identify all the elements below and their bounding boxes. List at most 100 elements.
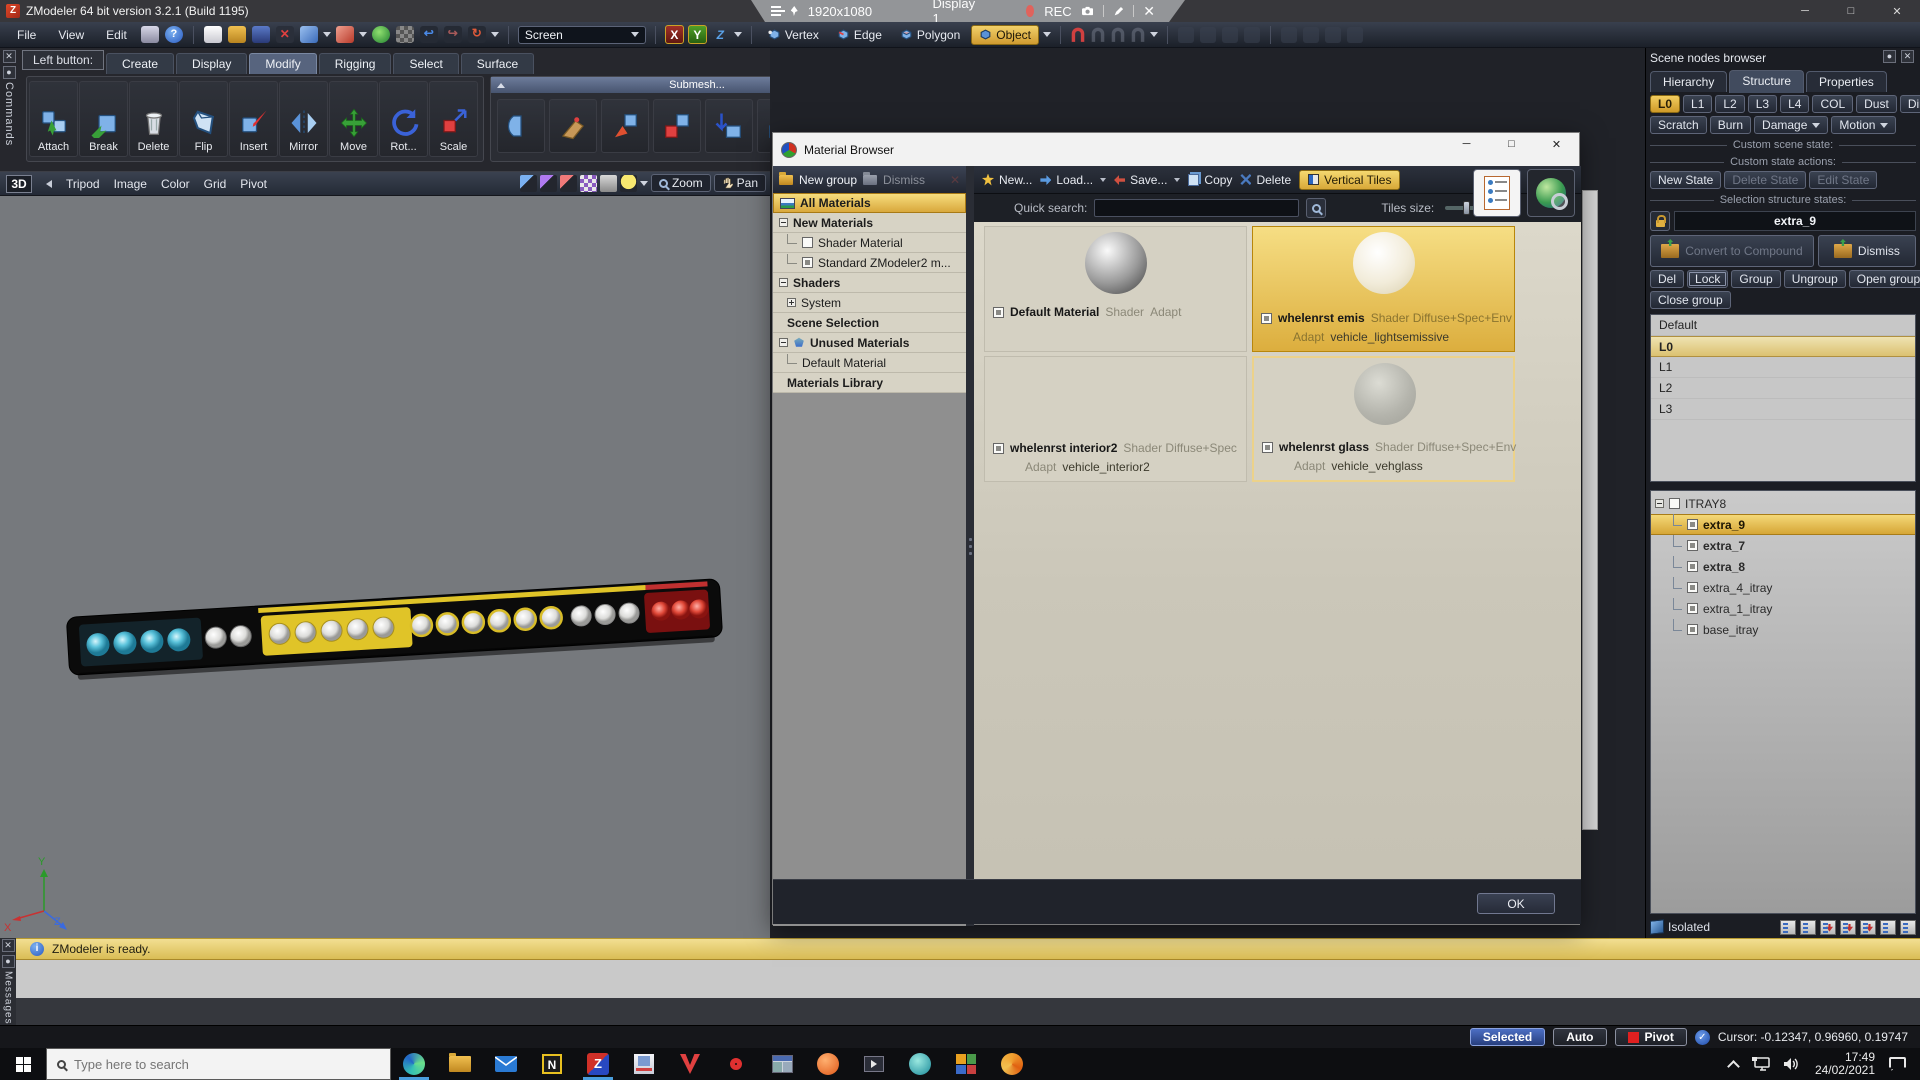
state-motion-button[interactable]: Motion [1831, 116, 1896, 134]
dialog-maximize-button[interactable]: □ [1489, 133, 1534, 155]
tab-structure[interactable]: Structure [1729, 70, 1804, 93]
tree-node-base-itray[interactable]: base_itray [1651, 619, 1915, 640]
vertical-tiles-button[interactable]: Vertical Tiles [1299, 170, 1400, 190]
lightbar-model[interactable] [50, 556, 740, 716]
texture-icon[interactable] [396, 26, 414, 43]
taskbar-icon-orange-app[interactable] [805, 1048, 851, 1080]
tool-icon-6[interactable] [1303, 27, 1319, 43]
motion-dropdown-icon[interactable] [1880, 123, 1888, 128]
menu-edit[interactable]: Edit [97, 25, 136, 45]
submesh-tool-4[interactable] [653, 99, 701, 153]
menu-file[interactable]: File [8, 25, 45, 45]
insert-button[interactable]: Insert [229, 81, 278, 157]
flip-button[interactable]: Flip [179, 81, 228, 157]
extra-4-itray-checkbox[interactable] [1687, 582, 1698, 593]
axis-x-button[interactable]: X [665, 25, 684, 44]
new-group-button[interactable]: New group [799, 173, 857, 187]
tree-tool-6-icon[interactable] [1880, 920, 1896, 935]
tree-tool-3-icon[interactable] [1820, 920, 1836, 935]
del-button[interactable]: Del [1650, 270, 1684, 288]
panel-splitter[interactable] [966, 166, 974, 926]
draw-red-icon[interactable] [560, 175, 577, 192]
mode-vertex-button[interactable]: Vertex [761, 26, 826, 44]
state-row-default[interactable]: Default [1651, 315, 1915, 336]
dismiss-compound-button[interactable]: Dismiss [1818, 235, 1916, 267]
group-button[interactable]: Group [1731, 270, 1780, 288]
toolbar-more-icon[interactable] [491, 32, 499, 37]
quick-search-input[interactable] [1094, 199, 1299, 217]
material-checkbox[interactable] [1262, 442, 1273, 453]
messages-close-icon[interactable]: ✕ [2, 939, 15, 952]
state-dust-button[interactable]: Dust [1856, 95, 1897, 113]
tree-tool-5-icon[interactable] [1860, 920, 1876, 935]
damage-dropdown-icon[interactable] [1812, 123, 1820, 128]
extra-9-checkbox[interactable] [1687, 519, 1698, 530]
tab-create[interactable]: Create [106, 53, 174, 74]
isolated-cube-icon[interactable] [1650, 919, 1664, 934]
collapse-minus-icon[interactable] [1655, 499, 1664, 508]
vpmenu-grid[interactable]: Grid [204, 177, 227, 191]
messages-pin-icon[interactable]: ● [2, 955, 15, 968]
tool-icon-4[interactable] [1244, 27, 1260, 43]
expand-plus-icon[interactable] [787, 298, 796, 307]
panel-pin-icon[interactable]: ● [1883, 50, 1896, 63]
state-row-l1[interactable]: L1 [1651, 357, 1915, 378]
edit-state-button[interactable]: Edit State [1809, 171, 1877, 189]
axis-z-button[interactable]: Z [711, 25, 730, 44]
tab-modify[interactable]: Modify [249, 53, 316, 74]
pin-icon[interactable] [791, 6, 798, 16]
save-dropdown-icon[interactable] [1174, 178, 1180, 182]
selected-mode-button[interactable]: Selected [1470, 1028, 1545, 1046]
submesh-tool-3[interactable] [601, 99, 649, 153]
menu-icon[interactable] [771, 6, 781, 16]
collapse-minus-icon[interactable] [779, 338, 788, 347]
taskbar-icon-tiles-app[interactable] [943, 1048, 989, 1080]
viewport-view-button[interactable]: 3D [6, 175, 32, 193]
attach-button[interactable]: Attach [29, 81, 78, 157]
ungroup-button[interactable]: Ungroup [1784, 270, 1846, 288]
close-button[interactable]: ✕ [1874, 0, 1920, 22]
lightbulb-icon[interactable] [620, 175, 637, 192]
submesh-tool-2[interactable] [549, 99, 597, 153]
start-button[interactable] [0, 1048, 46, 1080]
mode-polygon-button[interactable]: Polygon [893, 26, 967, 44]
network-icon[interactable] [1752, 1057, 1770, 1071]
material-checkbox[interactable] [993, 307, 1004, 318]
new-state-button[interactable]: New State [1650, 171, 1721, 189]
close-group-button[interactable]: Close group [1650, 291, 1731, 309]
mode-more-icon[interactable] [1043, 32, 1051, 37]
undo-icon[interactable]: ↩ [420, 26, 438, 43]
taskbar-search-input[interactable] [74, 1057, 334, 1072]
tool-icon-2[interactable] [1200, 27, 1216, 43]
tool-icon-7[interactable] [1325, 27, 1341, 43]
search-button[interactable] [1306, 198, 1326, 218]
axis-y-button[interactable]: Y [688, 25, 707, 44]
tab-select[interactable]: Select [393, 53, 458, 74]
mirror-button[interactable]: Mirror [279, 81, 328, 157]
group-delete-icon[interactable]: ✕ [950, 173, 960, 187]
extra-1-itray-checkbox[interactable] [1687, 603, 1698, 614]
material-tile-whelenrst-interior2[interactable]: whelenrst interior2Shader Diffuse+Spec A… [984, 356, 1247, 482]
ok-button[interactable]: OK [1477, 893, 1555, 914]
open-group-button[interactable]: Open group [1849, 270, 1920, 288]
tree-node-extra-9[interactable]: extra_9 [1651, 514, 1915, 535]
maximize-button[interactable]: □ [1828, 0, 1874, 22]
hotkeys-icon[interactable] [141, 26, 159, 43]
itray8-checkbox[interactable] [1669, 498, 1680, 509]
base-itray-checkbox[interactable] [1687, 624, 1698, 635]
import-dropdown-icon[interactable] [359, 32, 367, 37]
tree-tool-7-icon[interactable] [1900, 920, 1916, 935]
material-checkbox[interactable] [993, 443, 1004, 454]
taskbar-search[interactable] [46, 1048, 391, 1080]
draw-purple-icon[interactable] [540, 175, 557, 192]
tool-icon-3[interactable] [1222, 27, 1238, 43]
tray-expand-icon[interactable] [1727, 1060, 1740, 1073]
open-file-icon[interactable] [228, 26, 246, 43]
zoom-button[interactable]: Zoom [651, 174, 711, 192]
tree-tool-1-icon[interactable] [1780, 920, 1796, 935]
taskbar-icon-teal-app[interactable] [897, 1048, 943, 1080]
export-icon[interactable] [300, 26, 318, 43]
state-row-l0[interactable]: L0 [1651, 336, 1915, 357]
snap-magnet-icon[interactable] [1070, 27, 1086, 43]
state-l4-button[interactable]: L4 [1780, 95, 1809, 113]
